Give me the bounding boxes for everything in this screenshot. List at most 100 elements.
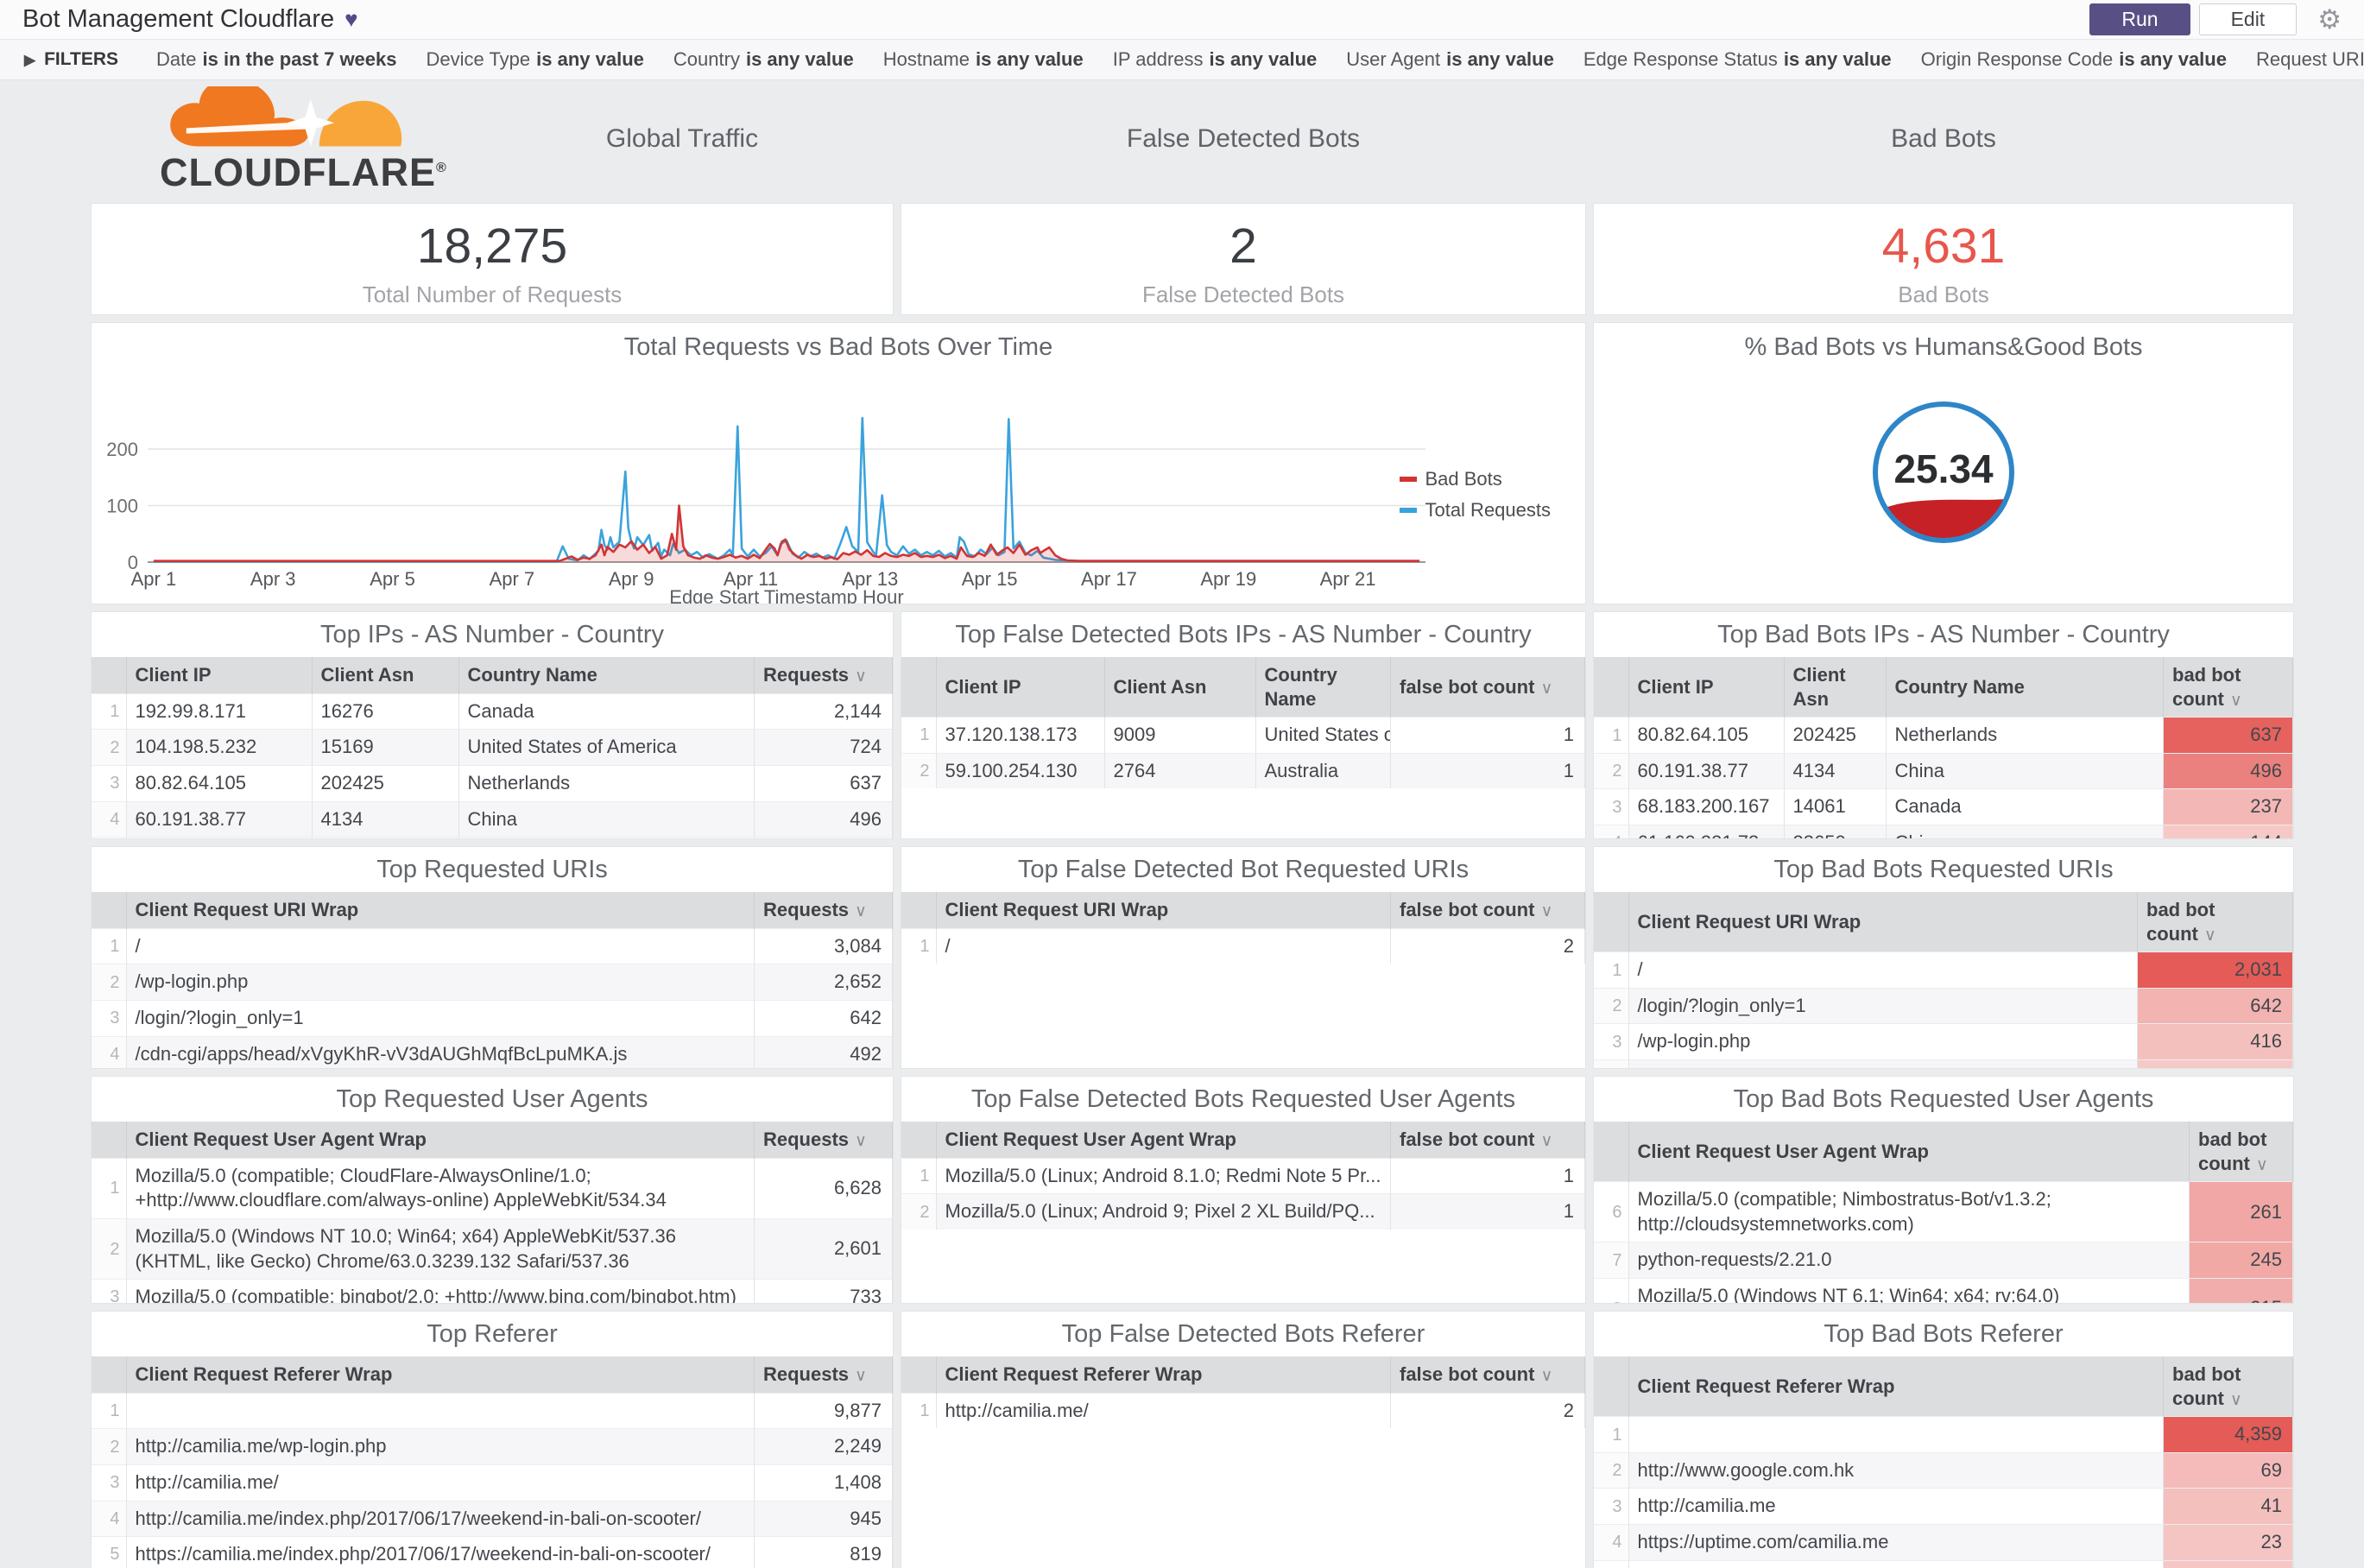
column-header[interactable]: Client Request URI Wrap	[1628, 892, 2138, 952]
cell: Mozilla/5.0 (Linux; Android 9; Pixel 2 X…	[936, 1193, 1391, 1230]
row-number-header	[901, 1356, 937, 1394]
column-header[interactable]: Client IP	[1628, 657, 1785, 718]
legend-entry[interactable]: Bad Bots	[1400, 468, 1551, 490]
cell: http://camilia.me	[1628, 1488, 2164, 1525]
cell: China	[1886, 752, 2164, 789]
cell: 2,031	[2137, 952, 2293, 989]
cell: 41	[2163, 1488, 2293, 1525]
sort-desc-icon[interactable]: ∨	[1540, 680, 1552, 698]
cell: Mozilla/5.0 (compatible; bingbot/2.0; +h…	[126, 1279, 755, 1303]
column-header[interactable]: false bot count ∨	[1390, 892, 1585, 929]
cell: python-requests/2.21.0	[1628, 1242, 2190, 1279]
column-header[interactable]: bad bot count ∨	[2163, 1356, 2293, 1417]
sort-desc-icon[interactable]: ∨	[855, 1367, 867, 1385]
column-header[interactable]: Country Name	[458, 657, 755, 694]
column-header[interactable]: Client Request Referer Wrap	[1628, 1356, 2164, 1417]
run-button[interactable]: Run	[2089, 3, 2190, 35]
cell: 496	[754, 800, 893, 838]
column-header[interactable]: Client Asn	[312, 657, 459, 694]
cell: 136.24.49.37	[126, 837, 313, 838]
cell: 1	[1390, 717, 1585, 754]
sort-desc-icon[interactable]: ∨	[2230, 692, 2242, 710]
filter-item[interactable]: User Agent is any value	[1346, 48, 1554, 70]
cell: 1	[1390, 752, 1585, 789]
table-title: Top Bad Bots Requested User Agents	[1733, 1085, 2154, 1113]
filter-condition: is any value	[1783, 48, 1892, 70]
column-header[interactable]: Country Name	[1255, 657, 1391, 718]
column-header[interactable]: Requests ∨	[754, 892, 893, 929]
sort-desc-icon[interactable]: ∨	[2230, 1391, 2242, 1409]
column-header[interactable]: Requests ∨	[754, 657, 893, 694]
row-number: 5	[92, 1536, 127, 1568]
gear-icon[interactable]: ⚙	[2317, 4, 2342, 35]
row-number-header	[92, 892, 127, 929]
column-header[interactable]: Requests ∨	[754, 1122, 893, 1159]
row-number: 4	[1594, 1059, 1629, 1068]
column-header[interactable]: false bot count ∨	[1390, 657, 1585, 718]
column-header[interactable]: bad bot count ∨	[2137, 892, 2293, 952]
column-header[interactable]: false bot count ∨	[1390, 1356, 1585, 1394]
column-header[interactable]: Client Request User Agent Wrap	[1628, 1122, 2190, 1182]
column-header[interactable]: Client IP	[126, 657, 313, 694]
filter-item[interactable]: Edge Response Status is any value	[1583, 48, 1892, 70]
sort-desc-icon[interactable]: ∨	[2256, 1156, 2268, 1174]
table-title: Top Referer	[427, 1320, 558, 1348]
filter-item[interactable]: Origin Response Code is any value	[1921, 48, 2227, 70]
kpi-label: Bad Bots	[1898, 281, 1989, 307]
column-header[interactable]: Client Request URI Wrap	[126, 892, 755, 929]
column-header[interactable]: Client Request Referer Wrap	[936, 1356, 1391, 1394]
column-header[interactable]: Country Name	[1886, 657, 2164, 718]
svg-text:Apr 15: Apr 15	[962, 568, 1018, 590]
sort-desc-icon[interactable]: ∨	[855, 667, 867, 686]
filter-item[interactable]: Hostname is any value	[883, 48, 1084, 70]
column-header[interactable]: Client IP	[936, 657, 1105, 718]
cell: 9,877	[754, 1392, 893, 1429]
column-header[interactable]: Client Request User Agent Wrap	[126, 1122, 755, 1159]
row-number: 3	[92, 1464, 127, 1502]
column-header[interactable]: Client Request URI Wrap	[936, 892, 1391, 929]
filter-field: Request URI	[2255, 48, 2364, 70]
column-header[interactable]: Client Request User Agent Wrap	[936, 1122, 1391, 1159]
sort-desc-icon[interactable]: ∨	[2204, 926, 2216, 945]
cell: Mozilla/5.0 (Windows NT 10.0; Win64; x64…	[126, 1217, 755, 1280]
filter-item[interactable]: IP address is any value	[1113, 48, 1318, 70]
column-header[interactable]: bad bot count ∨	[2189, 1122, 2293, 1182]
section-title-bad-bots: Bad Bots	[1891, 124, 1996, 153]
edit-button[interactable]: Edit	[2198, 3, 2298, 35]
row-number: 1	[901, 1392, 937, 1429]
filter-item[interactable]: Country is any value	[673, 48, 854, 70]
column-header[interactable]: bad bot count ∨	[2163, 657, 2293, 718]
column-header[interactable]: Requests ∨	[754, 1356, 893, 1394]
cell: 6,628	[754, 1157, 893, 1219]
line-chart[interactable]: 0100200Apr 1 Apr 3 Apr 5 Apr 7 Apr 9 Apr 11 Ap…	[100, 359, 1577, 604]
column-header[interactable]: Client Asn	[1104, 657, 1256, 718]
sort-desc-icon[interactable]: ∨	[1540, 1367, 1552, 1385]
sort-desc-icon[interactable]: ∨	[855, 902, 867, 920]
filter-item[interactable]: Request URIis any value	[2256, 48, 2364, 70]
column-header[interactable]: Client Request Referer Wrap	[126, 1356, 755, 1394]
cell: /	[936, 927, 1391, 964]
filter-item[interactable]: Device Type is any value	[427, 48, 644, 70]
filter-item[interactable]: Date is in the past 7 weeks	[156, 48, 396, 70]
table-row: 2 Mozilla/5.0 (Linux; Android 9; Pixel 2 …	[901, 1193, 1585, 1230]
sort-desc-icon[interactable]: ∨	[1540, 1132, 1552, 1150]
svg-text:25.34: 25.34	[1893, 446, 1994, 491]
cell: 2,144	[754, 692, 893, 730]
cell: 69	[2163, 1451, 2293, 1489]
kpi-value: 2	[1229, 218, 1257, 274]
legend-entry[interactable]: Total Requests	[1400, 499, 1551, 522]
filters-toggle[interactable]: ▶ FILTERS	[24, 49, 118, 70]
sort-desc-icon[interactable]: ∨	[855, 1132, 867, 1150]
row-number: 2	[92, 1217, 127, 1280]
column-header[interactable]: Client Asn	[1784, 657, 1887, 718]
cell: https://camilia.me/index.php/2017/06/17/…	[126, 1536, 755, 1568]
sort-desc-icon[interactable]: ∨	[1540, 902, 1552, 920]
column-header[interactable]: false bot count ∨	[1390, 1122, 1585, 1159]
table-row: 3 80.82.64.105 202425 Netherlands 637	[92, 764, 893, 802]
cell	[126, 1392, 755, 1429]
table-row: 1 Mozilla/5.0 (Linux; Android 8.1.0; Redm…	[901, 1157, 1585, 1194]
svg-text:100: 100	[106, 496, 138, 517]
svg-text:Apr 17: Apr 17	[1081, 568, 1137, 590]
table-card-bad-uris: Top Bad Bots Requested URIs Client Reques…	[1593, 846, 2294, 1069]
row-number-header	[901, 892, 937, 929]
